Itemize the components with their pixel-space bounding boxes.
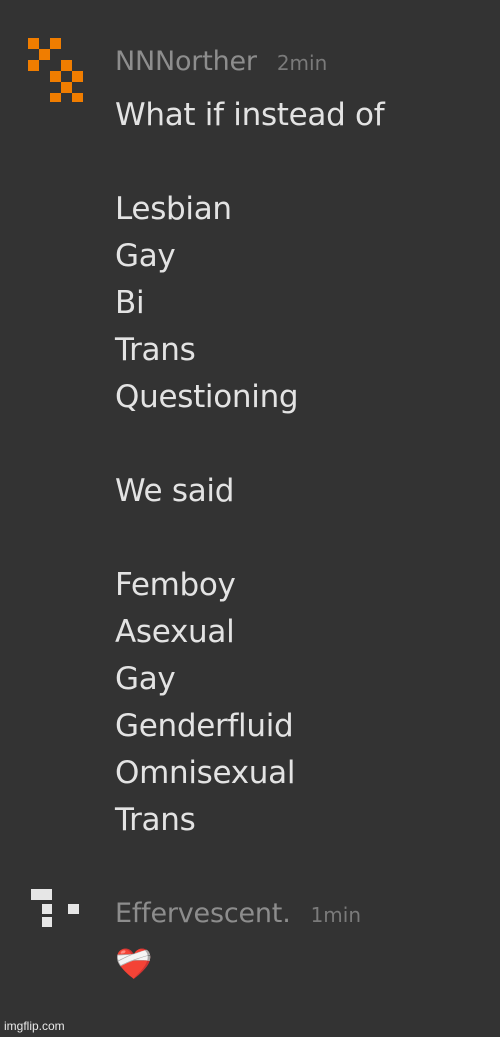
message-line: We said bbox=[115, 473, 235, 509]
message-header: NNNorther 2min bbox=[115, 46, 327, 77]
timestamp: 1min bbox=[310, 903, 362, 927]
message-line: Questioning bbox=[115, 379, 299, 415]
message-line: Trans bbox=[115, 332, 196, 368]
gray-pixel-avatar-icon[interactable] bbox=[28, 889, 84, 929]
message-line: Lesbian bbox=[115, 191, 232, 227]
username[interactable]: NNNorther bbox=[115, 46, 257, 77]
message-line: Bi bbox=[115, 285, 145, 321]
message-line: Gay bbox=[115, 661, 176, 697]
imgflip-watermark: imgflip.com bbox=[4, 1019, 65, 1033]
orange-pixel-avatar-icon[interactable] bbox=[28, 38, 92, 102]
mending-heart-icon: ❤️‍🩹 bbox=[115, 947, 153, 982]
message-line: What if instead of bbox=[115, 97, 385, 133]
message-header: Effervescent. 1min bbox=[115, 898, 361, 929]
message-line: Gay bbox=[115, 238, 176, 274]
timestamp: 2min bbox=[276, 51, 328, 75]
message-line: Omnisexual bbox=[115, 755, 296, 791]
message-line: Trans bbox=[115, 802, 196, 838]
message-line: Asexual bbox=[115, 614, 235, 650]
username[interactable]: Effervescent. bbox=[115, 898, 291, 929]
message-line: Genderfluid bbox=[115, 708, 294, 744]
message-text: What if instead of Lesbian Gay Bi Trans Quest… bbox=[115, 92, 385, 844]
message-line: Femboy bbox=[115, 567, 236, 603]
